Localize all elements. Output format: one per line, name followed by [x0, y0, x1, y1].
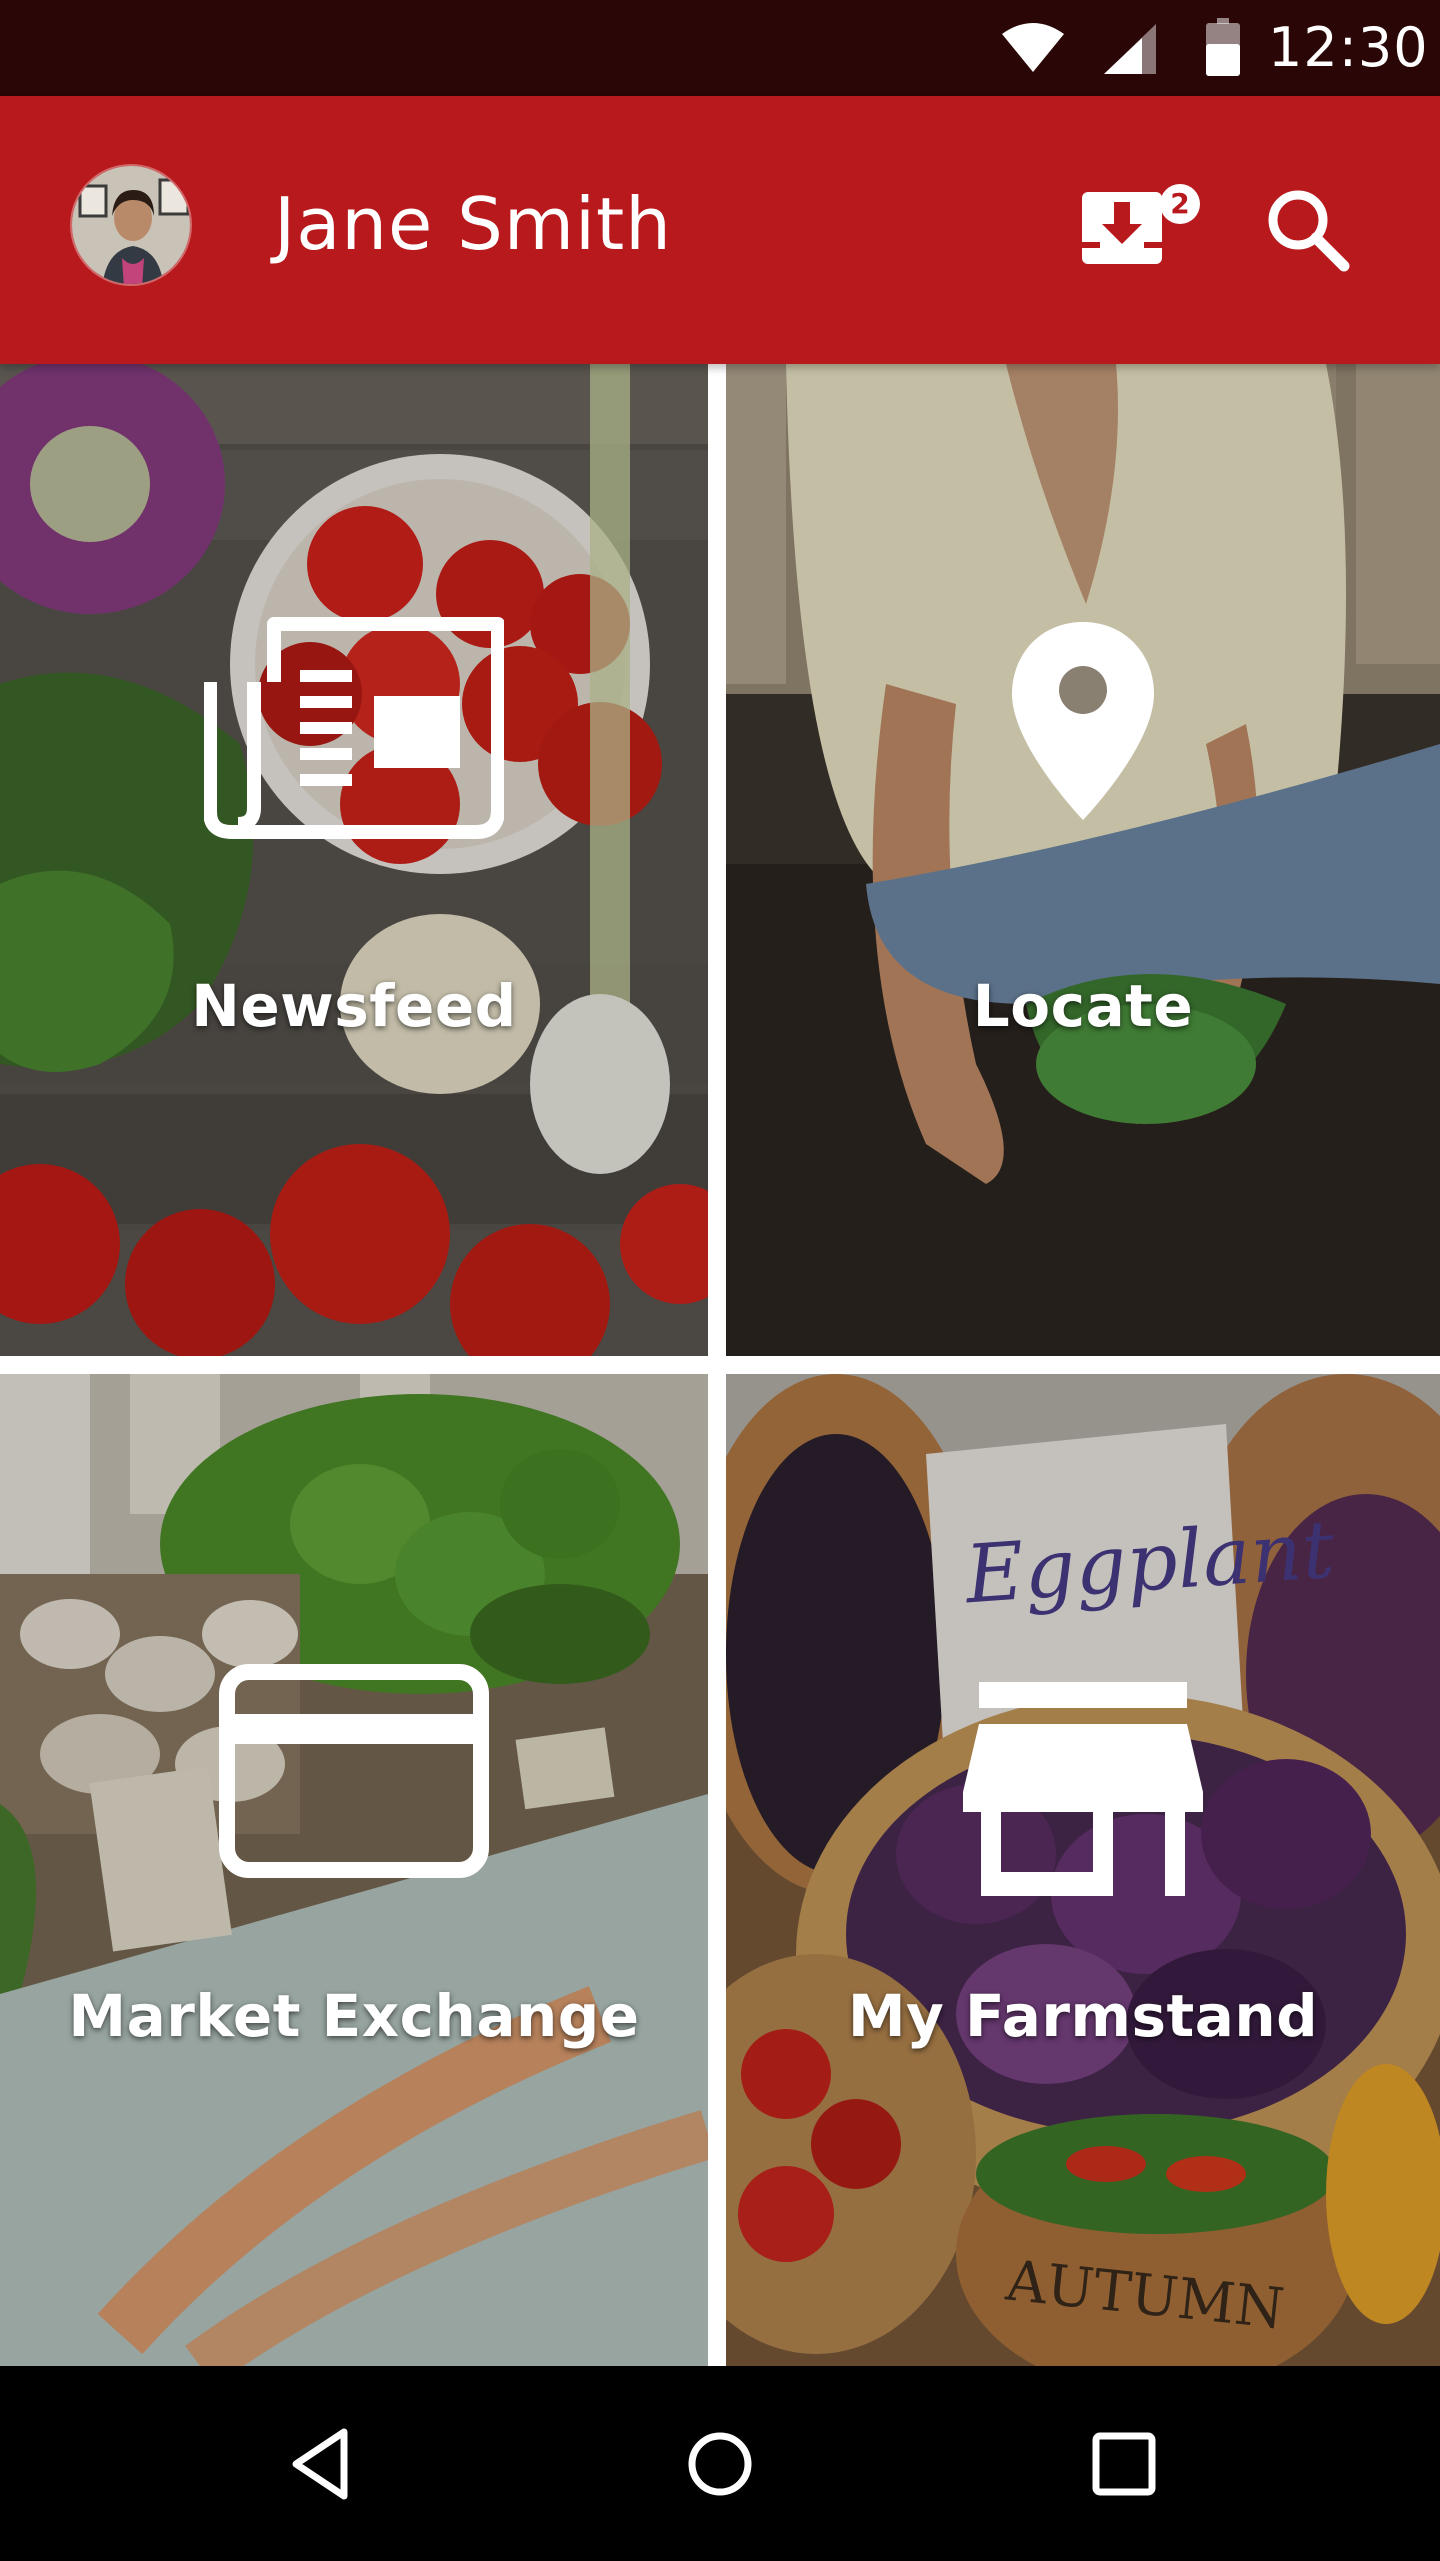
search-button[interactable]	[1262, 184, 1354, 276]
battery-icon	[1206, 18, 1240, 81]
clock: 12:30	[1268, 16, 1429, 79]
downloads-button[interactable]: 2	[1080, 180, 1210, 276]
user-name: Jane Smith	[274, 182, 672, 266]
tile-label: Newsfeed	[191, 972, 517, 1040]
tile-newsfeed[interactable]: Newsfeed	[0, 364, 708, 1356]
newspaper-icon	[203, 612, 505, 845]
user-avatar[interactable]	[70, 164, 192, 286]
tile-label: Locate	[972, 972, 1194, 1040]
tile-market-exchange[interactable]: Market Exchange	[0, 1374, 708, 2366]
wifi-icon	[1000, 22, 1066, 79]
back-icon[interactable]	[280, 2422, 364, 2506]
recents-icon[interactable]	[1082, 2422, 1166, 2506]
search-icon	[1262, 190, 1354, 280]
tile-label: Market Exchange	[68, 1982, 640, 2050]
credit-card-icon	[219, 1664, 489, 1883]
status-bar: 12:30	[0, 0, 1440, 96]
tile-shade	[0, 364, 708, 1356]
app-bar: Jane Smith 2	[0, 96, 1440, 364]
system-nav-bar	[0, 2366, 1440, 2561]
map-pin-icon	[1008, 618, 1158, 829]
tile-label: My Farmstand	[847, 1982, 1319, 2050]
download-tray-icon	[1080, 190, 1164, 271]
home-icon[interactable]	[678, 2422, 762, 2506]
tile-shade	[726, 364, 1440, 1356]
cell-signal-icon	[1104, 24, 1156, 79]
tile-locate[interactable]: Locate	[726, 364, 1440, 1356]
storefront-icon	[963, 1682, 1203, 1901]
downloads-badge: 2	[1160, 184, 1200, 224]
tile-my-farmstand[interactable]: Eggplant AUTUMN My Farmstand	[726, 1374, 1440, 2366]
